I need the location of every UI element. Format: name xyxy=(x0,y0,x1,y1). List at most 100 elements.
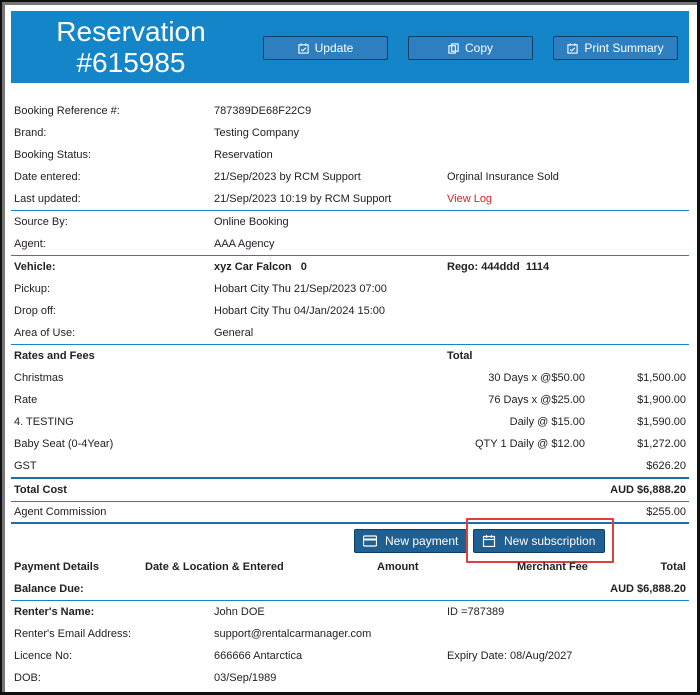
rate-line-amount: $1,590.00 xyxy=(637,416,686,428)
rate-line-name: 4. TESTING xyxy=(14,416,74,428)
renter-name-value: John DOE xyxy=(214,606,265,618)
renter-email-row: Renter's Email Address: support@rentalca… xyxy=(11,624,689,646)
booking-ref-row: Booking Reference #: 787389DE68F22C9 xyxy=(11,101,689,123)
rate-line-name: Rate xyxy=(14,394,38,406)
agent-label: Agent: xyxy=(14,238,46,250)
payment-table-header: Payment Details Date & Location & Entere… xyxy=(11,557,689,579)
date-entered-row: Date entered: 21/Sep/2023 by RCM Support… xyxy=(11,167,689,189)
pickup-value: Hobart City Thu 21/Sep/2023 07:00 xyxy=(214,283,387,295)
dropoff-row: Drop off: Hobart City Thu 04/Jan/2024 15… xyxy=(11,301,689,323)
booking-ref-value: 787389DE68F22C9 xyxy=(214,105,312,117)
title-line-2: #615985 xyxy=(76,47,186,78)
agent-commission-value: $255.00 xyxy=(646,506,686,518)
update-button[interactable]: Update xyxy=(263,36,388,60)
brand-row: Brand: Testing Company xyxy=(11,123,689,145)
agent-row: Agent: AAA Agency xyxy=(11,234,689,256)
dropoff-label: Drop off: xyxy=(14,305,56,317)
calendar-check-icon xyxy=(298,42,309,54)
calendar-check-icon xyxy=(567,42,578,54)
divider xyxy=(11,255,689,256)
licence-expiry-value: Expiry Date: 08/Aug/2027 xyxy=(447,650,573,662)
rate-line-amount: $1,500.00 xyxy=(637,372,686,384)
source-value: Online Booking xyxy=(214,216,289,228)
agent-value: AAA Agency xyxy=(214,238,275,250)
rate-line: Baby Seat (0-4Year) QTY 1 Daily @ $12.00… xyxy=(11,434,689,456)
print-summary-button[interactable]: Print Summary xyxy=(553,36,678,60)
rate-line: Christmas 30 Days x @$50.00 $1,500.00 xyxy=(11,368,689,390)
rate-line-detail: Daily @ $15.00 xyxy=(509,416,585,428)
divider xyxy=(11,210,689,211)
new-payment-button[interactable]: New payment xyxy=(354,529,468,553)
dob-row: DOB: 03/Sep/1989 xyxy=(11,668,689,690)
last-updated-label: Last updated: xyxy=(14,193,81,205)
total-cost-value: AUD $6,888.20 xyxy=(610,484,686,496)
reservation-header: Reservation #615985 Update Copy Print Su… xyxy=(11,11,689,83)
area-of-use-label: Area of Use: xyxy=(14,327,76,339)
col-payment-details: Payment Details xyxy=(14,561,99,573)
agent-commission-label: Agent Commission xyxy=(14,506,107,518)
window-frame: Reservation #615985 Update Copy Print Su… xyxy=(0,0,700,695)
area-of-use-row: Area of Use: General xyxy=(11,323,689,345)
vehicle-row: Vehicle: xyz Car Falcon 0 Rego: 444ddd 1… xyxy=(11,257,689,279)
pickup-label: Pickup: xyxy=(14,283,51,295)
view-log-link[interactable]: View Log xyxy=(447,193,492,205)
status-row: Booking Status: Reservation xyxy=(11,145,689,167)
vehicle-label: Vehicle: xyxy=(14,261,56,273)
booking-ref-label: Booking Reference #: xyxy=(14,105,120,117)
rate-line-name: Baby Seat (0-4Year) xyxy=(14,438,114,450)
page-title: Reservation #615985 xyxy=(31,16,231,78)
total-cost-row: Total Cost AUD $6,888.20 xyxy=(11,480,689,502)
renter-email-label: Renter's Email Address: xyxy=(14,628,132,640)
renter-name-label: Renter's Name: xyxy=(14,606,95,618)
rate-line: 4. TESTING Daily @ $15.00 $1,590.00 xyxy=(11,412,689,434)
balance-due-row: Balance Due: AUD $6,888.20 xyxy=(11,579,689,601)
source-label: Source By: xyxy=(14,216,68,228)
brand-label: Brand: xyxy=(14,127,47,139)
insurance-note: Orginal Insurance Sold xyxy=(447,171,559,183)
balance-due-label: Balance Due: xyxy=(14,583,84,595)
total-cost-label: Total Cost xyxy=(14,484,67,496)
balance-due-value: AUD $6,888.20 xyxy=(610,583,686,595)
pickup-row: Pickup: Hobart City Thu 21/Sep/2023 07:0… xyxy=(11,279,689,301)
date-entered-value: 21/Sep/2023 by RCM Support xyxy=(214,171,361,183)
new-payment-label: New payment xyxy=(385,534,459,548)
area-of-use-value: General xyxy=(214,327,254,339)
brand-value: Testing Company xyxy=(214,127,299,139)
dob-value: 03/Sep/1989 xyxy=(214,672,277,684)
print-summary-label: Print Summary xyxy=(584,41,664,55)
rego-value: Rego: 444ddd 1114 xyxy=(447,261,550,273)
rates-heading: Rates and Fees xyxy=(14,350,95,362)
copy-icon xyxy=(448,42,459,54)
col-total: Total xyxy=(660,561,686,573)
status-value: Reservation xyxy=(214,149,273,161)
divider xyxy=(11,477,689,479)
copy-button-label: Copy xyxy=(464,41,493,55)
rate-line-amount: $1,272.00 xyxy=(637,438,686,450)
rate-line: Rate 76 Days x @$25.00 $1,900.00 xyxy=(11,390,689,412)
rate-line-name: GST xyxy=(14,460,37,472)
last-updated-row: Last updated: 21/Sep/2023 10:19 by RCM S… xyxy=(11,189,689,211)
rate-line-name: Christmas xyxy=(14,372,64,384)
rates-total-heading: Total xyxy=(447,350,473,362)
rate-line: GST $626.20 xyxy=(11,456,689,478)
last-updated-value: 21/Sep/2023 10:19 by RCM Support xyxy=(214,193,392,205)
copy-button[interactable]: Copy xyxy=(408,36,533,60)
rate-line-detail: QTY 1 Daily @ $12.00 xyxy=(474,438,585,450)
vehicle-value: xyz Car Falcon 0 xyxy=(214,261,307,273)
col-amount: Amount xyxy=(377,561,419,573)
credit-card-icon xyxy=(363,535,377,547)
col-merchant-fee: Merchant Fee xyxy=(517,561,588,573)
status-label: Booking Status: xyxy=(14,149,92,161)
divider xyxy=(11,344,689,345)
rate-line-amount: $626.20 xyxy=(646,460,686,472)
rate-line-detail: 76 Days x @$25.00 xyxy=(488,394,585,406)
update-button-label: Update xyxy=(314,41,354,55)
col-date-location: Date & Location & Entered xyxy=(145,561,284,573)
dob-label: DOB: xyxy=(14,672,41,684)
licence-label: Licence No: xyxy=(14,650,73,662)
title-line-1: Reservation xyxy=(56,16,206,47)
divider xyxy=(11,600,689,601)
renter-name-row: Renter's Name: John DOE ID =787389 xyxy=(11,602,689,624)
licence-row: Licence No: 666666 Antarctica Expiry Dat… xyxy=(11,646,689,668)
renter-id-value: ID =787389 xyxy=(447,606,505,618)
